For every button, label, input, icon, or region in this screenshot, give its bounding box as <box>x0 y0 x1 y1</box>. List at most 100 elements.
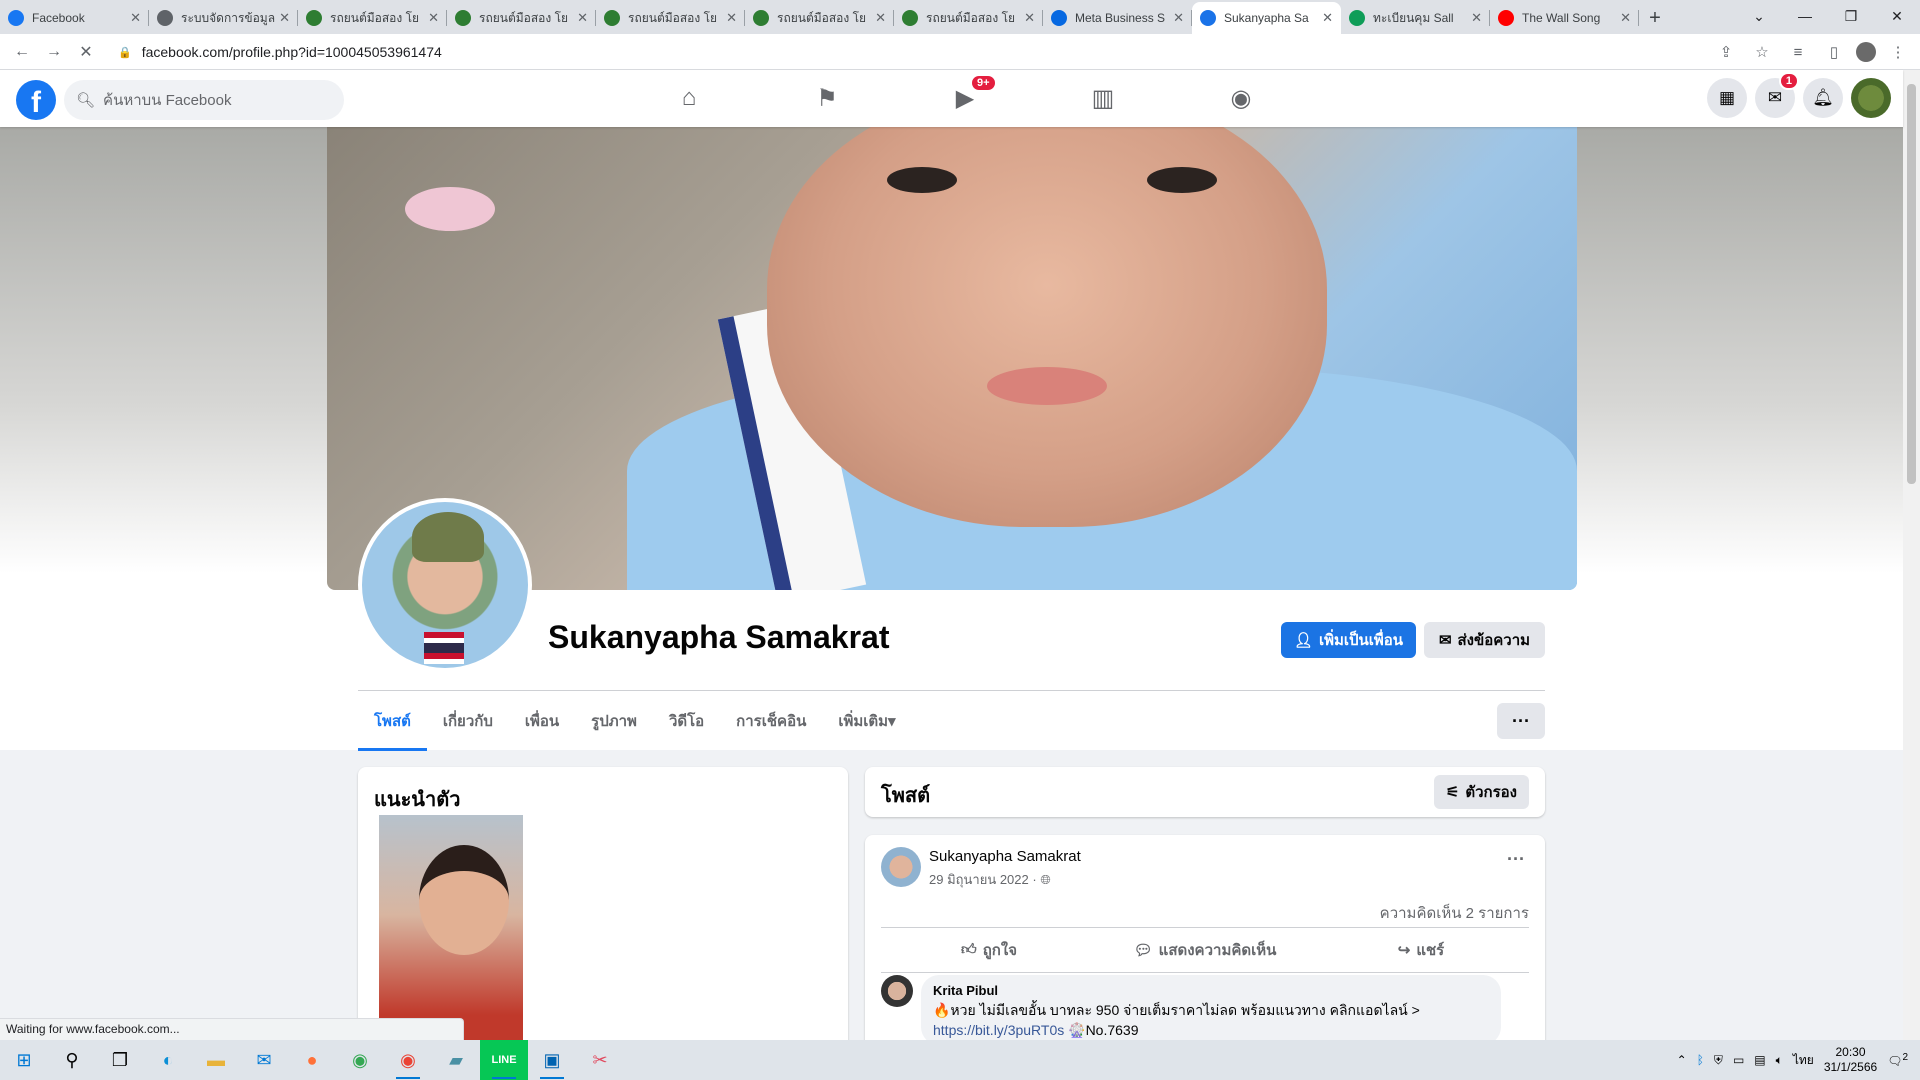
profile-tab[interactable]: การเช็คอิน <box>720 691 822 751</box>
browser-tab[interactable]: Meta Business S ✕ <box>1043 2 1192 34</box>
browser-tab[interactable]: Facebook ✕ <box>0 2 149 34</box>
profile-tab[interactable]: วิดีโอ <box>653 691 720 751</box>
profile-picture[interactable] <box>358 498 532 672</box>
browser-tab[interactable]: รถยนต์มือสอง โย ✕ <box>894 2 1043 34</box>
notification-count: 2 <box>1902 1052 1908 1063</box>
browser-tab[interactable]: รถยนต์มือสอง โย ✕ <box>745 2 894 34</box>
edge-icon[interactable]: ◐ <box>144 1040 192 1080</box>
stop-loading-button[interactable]: ✕ <box>70 38 102 66</box>
profile-more-options-button[interactable]: ··· <box>1497 703 1545 739</box>
profile-tab-label: โพสต์ <box>374 713 411 730</box>
network-icon[interactable]: ▤ <box>1754 1053 1765 1067</box>
watch-nav-icon[interactable]: ▶ 9+ <box>896 70 1034 126</box>
cover-photo[interactable] <box>327 127 1577 590</box>
scrollbar-thumb[interactable] <box>1907 84 1916 484</box>
share-button[interactable]: ↪ แชร์ <box>1313 928 1529 972</box>
photos-app-icon[interactable]: ▣ <box>528 1040 576 1080</box>
comment-link[interactable]: https://bit.ly/3puRT0s <box>933 1022 1064 1038</box>
security-icon[interactable]: ⛨ <box>1714 1053 1723 1068</box>
share-icon[interactable]: ⇪ <box>1712 38 1740 66</box>
browser-tab[interactable]: รถยนต์มือสอง โย ✕ <box>298 2 447 34</box>
page-scrollbar[interactable] <box>1903 70 1920 1040</box>
notifications-bell-icon[interactable]: 🔔︎ <box>1803 78 1843 118</box>
pen-app-icon[interactable]: ▰ <box>432 1040 480 1080</box>
add-friend-button[interactable]: 👤︎ เพิ่มเป็นเพื่อน <box>1281 622 1416 658</box>
chrome-icon[interactable]: ◉ <box>336 1040 384 1080</box>
notification-center-icon[interactable]: 🗨︎2 <box>1887 1052 1908 1068</box>
back-button[interactable]: ← <box>6 38 38 66</box>
close-window-button[interactable]: ✕ <box>1874 0 1920 32</box>
profile-tab[interactable]: เกี่ยวกับ <box>427 691 509 751</box>
messenger-icon[interactable]: ✉ 1 <box>1755 72 1799 118</box>
profile-tab[interactable]: เพื่อน <box>509 691 575 751</box>
file-explorer-icon[interactable]: ▬ <box>192 1040 240 1080</box>
close-tab-icon[interactable]: ✕ <box>279 10 290 26</box>
close-tab-icon[interactable]: ✕ <box>726 10 737 26</box>
post-options-icon[interactable]: ··· <box>1507 849 1525 870</box>
pages-flag-nav-icon[interactable]: ⚑ <box>758 70 896 126</box>
forward-button[interactable]: → <box>38 38 70 66</box>
menu-grid-icon[interactable]: ▦ <box>1707 78 1747 118</box>
address-bar[interactable]: 🔒 facebook.com/profile.php?id=1000450539… <box>104 38 1804 66</box>
volume-icon[interactable]: 🔈︎ <box>1776 1053 1783 1068</box>
firefox-icon[interactable]: ● <box>288 1040 336 1080</box>
close-tab-icon[interactable]: ✕ <box>1024 10 1035 26</box>
minimize-button[interactable]: — <box>1782 0 1828 32</box>
close-tab-icon[interactable]: ✕ <box>1620 10 1631 26</box>
browser-tab[interactable]: ระบบจัดการข้อมูล ✕ <box>149 2 298 34</box>
close-tab-icon[interactable]: ✕ <box>1322 10 1333 26</box>
close-tab-icon[interactable]: ✕ <box>875 10 886 26</box>
groups-nav-icon[interactable]: ◉ <box>1172 70 1310 126</box>
chrome-profile-icon[interactable]: ◉ <box>384 1040 432 1080</box>
browser-tab[interactable]: ทะเบียนคุม Sall ✕ <box>1341 2 1490 34</box>
profile-avatar-icon[interactable] <box>1856 42 1876 62</box>
facebook-logo[interactable]: f <box>16 80 56 120</box>
post-date[interactable]: 29 มิถุนายน 2022 · 🌐︎ <box>929 869 1051 890</box>
bluetooth-icon[interactable]: ᛒ <box>1697 1053 1704 1067</box>
post-author-avatar[interactable] <box>881 847 921 887</box>
clock[interactable]: 20:30 31/1/2566 <box>1824 1045 1877 1075</box>
close-tab-icon[interactable]: ✕ <box>577 10 588 26</box>
comment-button[interactable]: 💬︎ แสดงความคิดเห็น <box>1097 928 1313 972</box>
close-tab-icon[interactable]: ✕ <box>1471 10 1482 26</box>
task-view-icon[interactable]: ❐ <box>96 1040 144 1080</box>
marketplace-nav-icon[interactable]: ▥ <box>1034 70 1172 126</box>
account-avatar[interactable] <box>1851 78 1891 118</box>
close-tab-icon[interactable]: ✕ <box>1173 10 1184 26</box>
close-tab-icon[interactable]: ✕ <box>130 10 141 26</box>
like-button[interactable]: 👍︎ ถูกใจ <box>881 928 1097 972</box>
comments-count[interactable]: ความคิดเห็น 2 รายการ <box>1380 901 1529 925</box>
commenter-name[interactable]: Krita Pibul <box>933 983 1489 998</box>
bookmark-star-icon[interactable]: ☆ <box>1748 38 1776 66</box>
send-message-button[interactable]: ✉ ส่งข้อความ <box>1424 622 1545 658</box>
restore-button[interactable]: ❐ <box>1828 0 1874 32</box>
commenter-avatar[interactable] <box>881 975 913 1007</box>
facebook-search-input[interactable]: 🔍︎ ค้นหาบน Facebook <box>64 80 344 120</box>
line-app-icon[interactable]: LINE <box>480 1040 528 1080</box>
featured-photo-face <box>419 845 509 955</box>
search-icon[interactable]: ⚲ <box>48 1040 96 1080</box>
profile-tab[interactable]: เพิ่มเติม ▾ <box>822 691 911 751</box>
reading-list-icon[interactable]: ≡ <box>1784 38 1812 66</box>
side-panel-icon[interactable]: ▯ <box>1820 38 1848 66</box>
home-nav-icon[interactable]: ⌂ <box>620 70 758 126</box>
filter-button[interactable]: ⚟ ตัวกรอง <box>1433 775 1529 809</box>
snipping-tool-icon[interactable]: ✂ <box>576 1040 624 1080</box>
mail-icon[interactable]: ✉ <box>240 1040 288 1080</box>
post-author-name[interactable]: Sukanyapha Samakrat <box>929 848 1081 865</box>
browser-tab[interactable]: รถยนต์มือสอง โย ✕ <box>596 2 745 34</box>
language-indicator[interactable]: ไทย <box>1793 1051 1814 1070</box>
browser-tab[interactable]: The Wall Song ✕ <box>1490 2 1639 34</box>
kebab-menu-icon[interactable]: ⋮ <box>1884 38 1912 66</box>
windows-start-icon[interactable]: ⊞ <box>0 1040 48 1080</box>
profile-tab[interactable]: โพสต์ <box>358 691 427 751</box>
profile-tab[interactable]: รูปภาพ <box>575 691 653 751</box>
tray-overflow-icon[interactable]: ⌃ <box>1677 1053 1687 1067</box>
new-tab-button[interactable]: + <box>1639 2 1671 34</box>
close-tab-icon[interactable]: ✕ <box>428 10 439 26</box>
browser-tab[interactable]: Sukanyapha Sa ✕ <box>1192 2 1341 34</box>
browser-tab[interactable]: รถยนต์มือสอง โย ✕ <box>447 2 596 34</box>
meet-icon[interactable]: ▭ <box>1733 1053 1744 1067</box>
tab-search-icon[interactable]: ⌄ <box>1736 0 1782 32</box>
comment-suffix: 🎡No.7639 <box>1068 1022 1139 1038</box>
